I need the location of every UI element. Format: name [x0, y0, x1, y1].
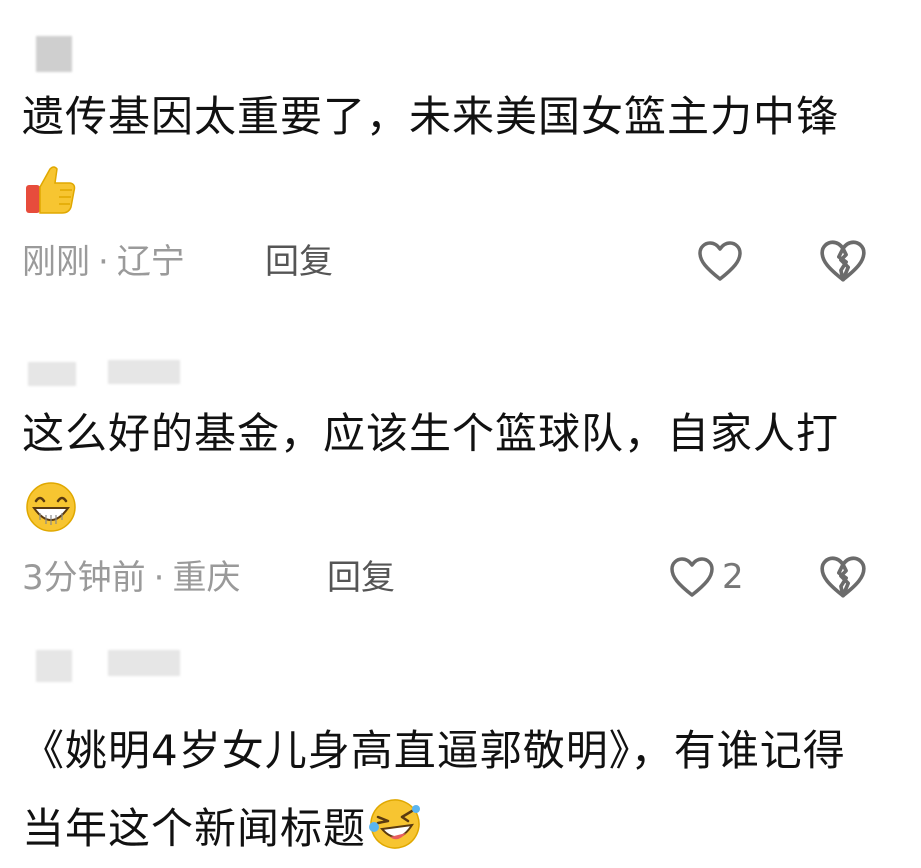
comment-text: 《姚明4岁女儿身高直逼郭敬明》，有谁记得当年这个新闻标题 — [22, 712, 882, 868]
user-name-blurred[interactable] — [108, 650, 180, 676]
comment-item: 《姚明4岁女儿身高直逼郭敬明》，有谁记得当年这个新闻标题 — [0, 0, 921, 853]
user-avatar-blurred[interactable] — [36, 650, 72, 682]
rolling-laughing-icon — [369, 799, 421, 849]
comment-body: 《姚明4岁女儿身高直逼郭敬明》，有谁记得当年这个新闻标题 — [22, 726, 846, 853]
